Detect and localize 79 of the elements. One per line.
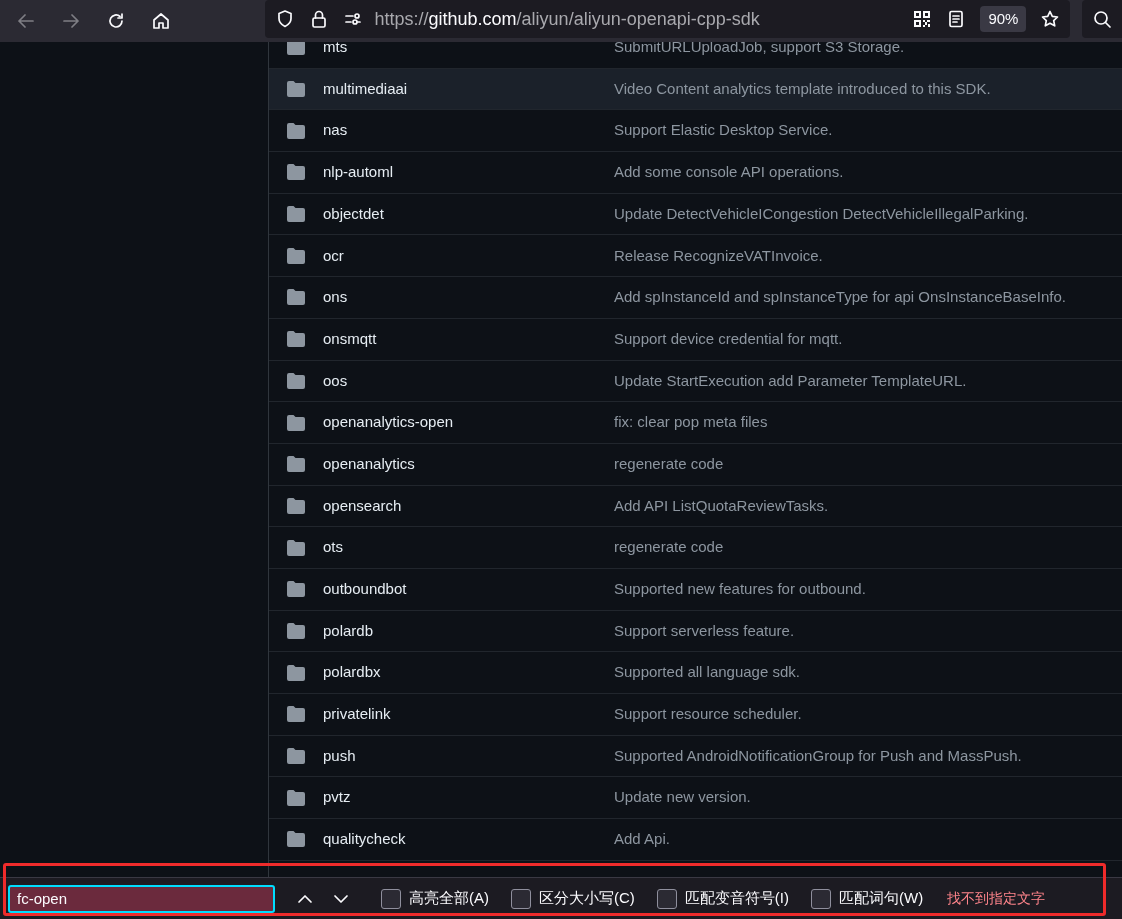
- folder-icon: [287, 81, 305, 98]
- folder-icon: [287, 664, 305, 681]
- folder-icon: [287, 122, 305, 139]
- folder-icon: [287, 164, 305, 181]
- folder-name[interactable]: ons: [323, 286, 614, 309]
- folder-name[interactable]: multimediaai: [323, 77, 614, 101]
- bookmark-star-icon[interactable]: [1040, 9, 1061, 29]
- folder-icon: [287, 581, 305, 598]
- commit-message[interactable]: Support Elastic Desktop Service.: [614, 119, 833, 142]
- folder-icon: [287, 539, 305, 556]
- folder-icon: [287, 42, 305, 56]
- folder-icon: [287, 706, 305, 723]
- commit-message[interactable]: Add Api.: [614, 828, 670, 851]
- find-field[interactable]: fc-open: [8, 884, 275, 913]
- file-row[interactable]: multimediaai Video Content analytics template introduced to this SDK.: [269, 68, 1122, 111]
- folder-icon: [287, 289, 305, 306]
- checkbox-label[interactable]: 匹配变音符号(I): [684, 887, 789, 910]
- commit-message[interactable]: Support resource scheduler.: [614, 703, 802, 726]
- qr-code-icon[interactable]: [912, 9, 933, 29]
- folder-icon: [287, 622, 305, 639]
- file-row[interactable]: mts SubmitURLUploadJob, support S3 Storage.: [269, 42, 1122, 69]
- commit-message[interactable]: Support device credential for mqtt.: [614, 327, 843, 351]
- folder-icon: [287, 497, 305, 514]
- folder-name[interactable]: openanalytics-open: [323, 411, 614, 434]
- commit-message[interactable]: Supported all language sdk.: [614, 661, 800, 684]
- folder-name[interactable]: ocr: [323, 244, 614, 268]
- folder-icon: [287, 247, 305, 264]
- folder-icon: [287, 372, 305, 389]
- commit-message[interactable]: Release RecognizeVATInvoice.: [614, 244, 823, 268]
- folder-name[interactable]: ots: [323, 536, 614, 559]
- folder-name[interactable]: privatelink: [323, 703, 614, 726]
- folder-name[interactable]: openanalytics: [323, 452, 614, 476]
- folder-name[interactable]: onsmqtt: [323, 327, 614, 351]
- folder-icon: [287, 789, 305, 806]
- commit-message[interactable]: Add some console API operations.: [614, 161, 844, 184]
- folder-name[interactable]: polardbx: [323, 661, 614, 684]
- zoom-level[interactable]: 90%: [980, 5, 1027, 33]
- commit-message[interactable]: Support serverless feature.: [614, 619, 795, 643]
- folder-name[interactable]: qualitycheck: [323, 828, 614, 851]
- folder-icon: [287, 414, 305, 431]
- folder-icon: [287, 206, 305, 223]
- checkbox[interactable]: [656, 888, 677, 909]
- checkbox-label[interactable]: 高亮全部(A): [409, 887, 489, 910]
- checkbox-label[interactable]: 区分大小写(C): [539, 887, 635, 910]
- folder-name[interactable]: push: [323, 744, 614, 768]
- folder-name[interactable]: nlp-automl: [323, 161, 614, 184]
- folder-name[interactable]: opensearch: [323, 494, 614, 518]
- commit-message[interactable]: Update StartExecution add Parameter TemplateURL.: [614, 369, 967, 393]
- reload-icon[interactable]: [106, 11, 126, 31]
- folder-icon: [287, 748, 305, 765]
- home-icon[interactable]: [151, 11, 171, 31]
- commit-message[interactable]: Update new version.: [614, 786, 751, 809]
- commit-message[interactable]: Supported new features for outbound.: [614, 578, 866, 601]
- search-icon[interactable]: [1092, 9, 1113, 29]
- commit-message[interactable]: SubmitURLUploadJob, support S3 Storage.: [614, 42, 905, 59]
- find-status: 找不到指定文字: [947, 889, 1046, 908]
- checkbox[interactable]: [511, 888, 531, 909]
- commit-message[interactable]: Add spInstanceId and spInstanceType for api OnsInstanceBaseInfo.: [614, 286, 1066, 309]
- folder-name[interactable]: nas: [323, 119, 614, 142]
- folder-name[interactable]: pvtz: [323, 786, 614, 809]
- commit-message[interactable]: Supported AndroidNotificationGroup for Push and MassPush.: [614, 744, 1022, 768]
- folder-name[interactable]: oos: [323, 369, 614, 393]
- commit-message[interactable]: fix: clear pop meta files: [614, 411, 768, 434]
- folder-name[interactable]: outboundbot: [323, 578, 614, 601]
- commit-message[interactable]: Add API ListQuotaReviewTasks.: [614, 494, 829, 518]
- commit-message[interactable]: Video Content analytics template introduced to this SDK.: [614, 77, 991, 101]
- commit-message[interactable]: regenerate code: [614, 536, 724, 559]
- commit-message[interactable]: regenerate code: [614, 452, 724, 476]
- folder-icon: [287, 331, 305, 348]
- checkbox[interactable]: [381, 888, 401, 909]
- folder-name[interactable]: polardb: [323, 619, 614, 643]
- folder-name[interactable]: mts: [323, 42, 614, 59]
- folder-icon: [287, 456, 305, 473]
- checkbox-label[interactable]: 匹配词句(W): [839, 887, 924, 910]
- checkbox[interactable]: [811, 888, 831, 909]
- url-text[interactable]: https://github.com/aliyun/aliyun-openapi-cpp-sdk: [374, 5, 760, 33]
- folder-icon: [287, 831, 305, 848]
- folder-name[interactable]: objectdet: [323, 202, 614, 226]
- commit-message[interactable]: Update DetectVehicleICongestion DetectVehicleIllegalParking.: [614, 202, 1029, 226]
